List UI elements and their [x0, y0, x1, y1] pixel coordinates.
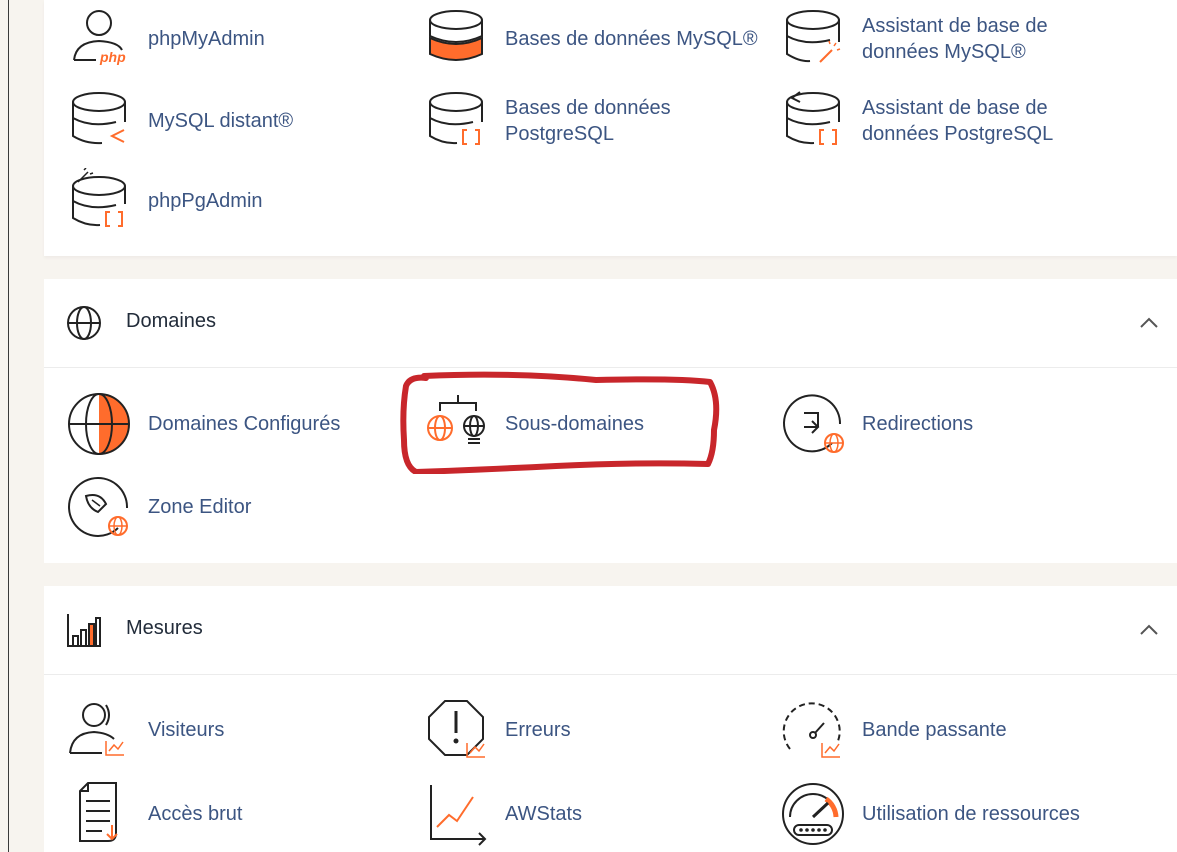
mysql-wizard-icon	[786, 10, 841, 63]
globe-icon	[67, 306, 101, 340]
phppgadmin-link[interactable]: phpPgAdmin	[66, 168, 406, 234]
postgresql-databases-link[interactable]: Bases de données PostgreSQL	[423, 88, 763, 154]
raw-access-label: Accès brut	[148, 803, 243, 825]
mysql-wizard-link[interactable]: Assistant de base de données MySQL®	[780, 6, 1120, 72]
awstats-icon	[430, 785, 487, 846]
postgresql-wizard-label: Assistant de base de données PostgreSQL	[862, 97, 1054, 145]
phppgadmin-label: phpPgAdmin	[148, 190, 263, 212]
bandwidth-icon	[782, 702, 841, 758]
zone-editor-icon	[68, 477, 129, 537]
zone-editor-link[interactable]: Zone Editor	[66, 474, 406, 540]
subdomains-label: Sous-domaines	[505, 413, 644, 435]
remote-mysql-link[interactable]: MySQL distant®	[66, 88, 406, 154]
databases-panel: php phpMyAdmin Bases de données MySQL® A…	[44, 0, 1177, 256]
visitors-icon	[69, 703, 124, 756]
postgresql-wizard-icon	[786, 91, 840, 145]
phppgadmin-icon	[72, 168, 126, 227]
configured-domains-label: Domaines Configurés	[148, 413, 341, 435]
metrics-section-title: Mesures	[126, 617, 203, 639]
postgresql-databases-label: Bases de données PostgreSQL	[505, 97, 671, 145]
visitors-link[interactable]: Visiteurs	[66, 697, 406, 763]
domains-section-title: Domaines	[126, 310, 217, 332]
raw-access-link[interactable]: Accès brut	[66, 781, 406, 847]
bandwidth-link[interactable]: Bande passante	[780, 697, 1120, 763]
bandwidth-label: Bande passante	[862, 719, 1007, 741]
phpmyadmin-icon: php	[73, 10, 126, 65]
bar-chart-icon	[67, 614, 101, 647]
subdomains-link[interactable]: Sous-domaines	[423, 391, 763, 457]
mysql-databases-label: Bases de données MySQL®	[505, 28, 758, 50]
metrics-section-header[interactable]: Mesures	[44, 586, 1177, 675]
domains-globe-icon	[68, 393, 130, 455]
redirects-label: Redirections	[862, 413, 974, 435]
zone-editor-label: Zone Editor	[148, 496, 252, 518]
awstats-link[interactable]: AWStats	[423, 781, 763, 847]
subdomains-icon	[427, 395, 485, 444]
domains-section-header[interactable]: Domaines	[44, 279, 1177, 368]
errors-link[interactable]: Erreurs	[423, 697, 763, 763]
visitors-label: Visiteurs	[148, 719, 225, 741]
phpmyadmin-label: phpMyAdmin	[148, 28, 265, 50]
resource-usage-icon	[782, 783, 844, 845]
chevron-up-icon[interactable]	[1137, 620, 1161, 640]
domains-panel: Domaines Domaines Configurés Sous-domain…	[44, 279, 1177, 563]
awstats-label: AWStats	[505, 803, 583, 825]
errors-icon	[428, 700, 485, 758]
remote-mysql-label: MySQL distant®	[148, 110, 294, 132]
left-border	[8, 0, 9, 852]
postgresql-databases-icon	[429, 92, 483, 145]
resource-usage-link[interactable]: Utilisation de ressources	[780, 781, 1120, 847]
postgresql-wizard-link[interactable]: Assistant de base de données PostgreSQL	[780, 88, 1120, 154]
svg-text:php: php	[99, 49, 126, 65]
mysql-wizard-label: Assistant de base de données MySQL®	[862, 15, 1048, 63]
redirects-icon	[783, 394, 844, 453]
redirects-link[interactable]: Redirections	[780, 391, 1120, 457]
raw-access-icon	[79, 782, 118, 842]
configured-domains-link[interactable]: Domaines Configurés	[66, 391, 406, 457]
mysql-databases-icon	[429, 10, 483, 61]
metrics-panel: Mesures Visiteurs Erreurs Bande passante…	[44, 586, 1177, 852]
phpmyadmin-link[interactable]: php phpMyAdmin	[66, 6, 406, 72]
resource-usage-label: Utilisation de ressources	[862, 803, 1080, 825]
remote-mysql-icon	[72, 92, 126, 145]
mysql-databases-link[interactable]: Bases de données MySQL®	[423, 6, 783, 72]
errors-label: Erreurs	[505, 719, 571, 741]
chevron-up-icon[interactable]	[1137, 313, 1161, 333]
